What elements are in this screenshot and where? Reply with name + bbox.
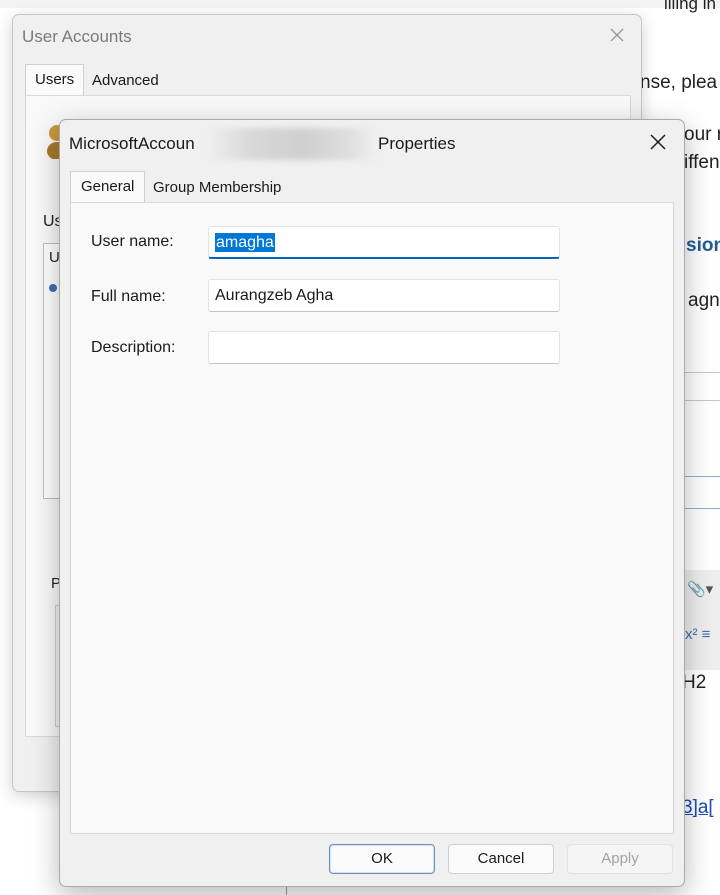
general-tab-panel: User name: amagha Full name: Aurangzeb A…: [70, 202, 674, 834]
background-text-fragment: our r: [684, 124, 720, 145]
background-rule: [684, 508, 720, 509]
dialog-title-suffix: Properties: [378, 134, 456, 153]
apply-button[interactable]: Apply: [567, 844, 673, 874]
redacted-account-name: [206, 128, 378, 160]
cancel-button[interactable]: Cancel: [448, 844, 554, 874]
tab-users[interactable]: Users: [25, 64, 85, 97]
background-text-fragment: agn: [688, 290, 720, 311]
background-top-strip: [0, 0, 720, 8]
tab-general[interactable]: General: [70, 171, 146, 204]
username-value: amagha: [215, 233, 275, 252]
tab-group-membership[interactable]: Group Membership: [143, 174, 291, 202]
fullname-label: Full name:: [91, 288, 166, 305]
description-field[interactable]: [208, 331, 560, 364]
fullname-field[interactable]: Aurangzeb Agha: [208, 279, 560, 312]
attach-icon: 📎▾: [687, 581, 714, 598]
background-link-fragment: 3]a[: [682, 797, 714, 818]
background-text-fragment: nse, plea: [640, 72, 718, 93]
ok-button[interactable]: OK: [329, 844, 435, 874]
username-field[interactable]: amagha: [208, 226, 560, 259]
background-text-fragment: iffen: [684, 152, 720, 173]
background-heading-fragment: sion: [686, 235, 720, 256]
background-text-fragment: H2: [682, 672, 707, 693]
properties-dialog: MicrosoftAccoun Properties General Group…: [59, 119, 685, 887]
background-rule: [684, 372, 720, 373]
window-title: User Accounts: [22, 27, 132, 46]
background-toolbar: 📎▾ x² ≡: [682, 570, 720, 670]
close-icon[interactable]: [605, 23, 629, 47]
tab-advanced[interactable]: Advanced: [83, 67, 168, 95]
dialog-title-prefix: MicrosoftAccoun: [69, 134, 195, 153]
description-label: Description:: [91, 339, 176, 356]
user-icon: [48, 280, 58, 292]
username-label: User name:: [91, 233, 174, 250]
fullname-value: Aurangzeb Agha: [215, 287, 334, 304]
close-icon[interactable]: [646, 130, 670, 154]
superscript-icon: x² ≡: [685, 626, 711, 643]
background-rule: [684, 476, 720, 477]
background-rule: [684, 400, 720, 401]
background-text-fragment: illing in: [664, 0, 716, 13]
